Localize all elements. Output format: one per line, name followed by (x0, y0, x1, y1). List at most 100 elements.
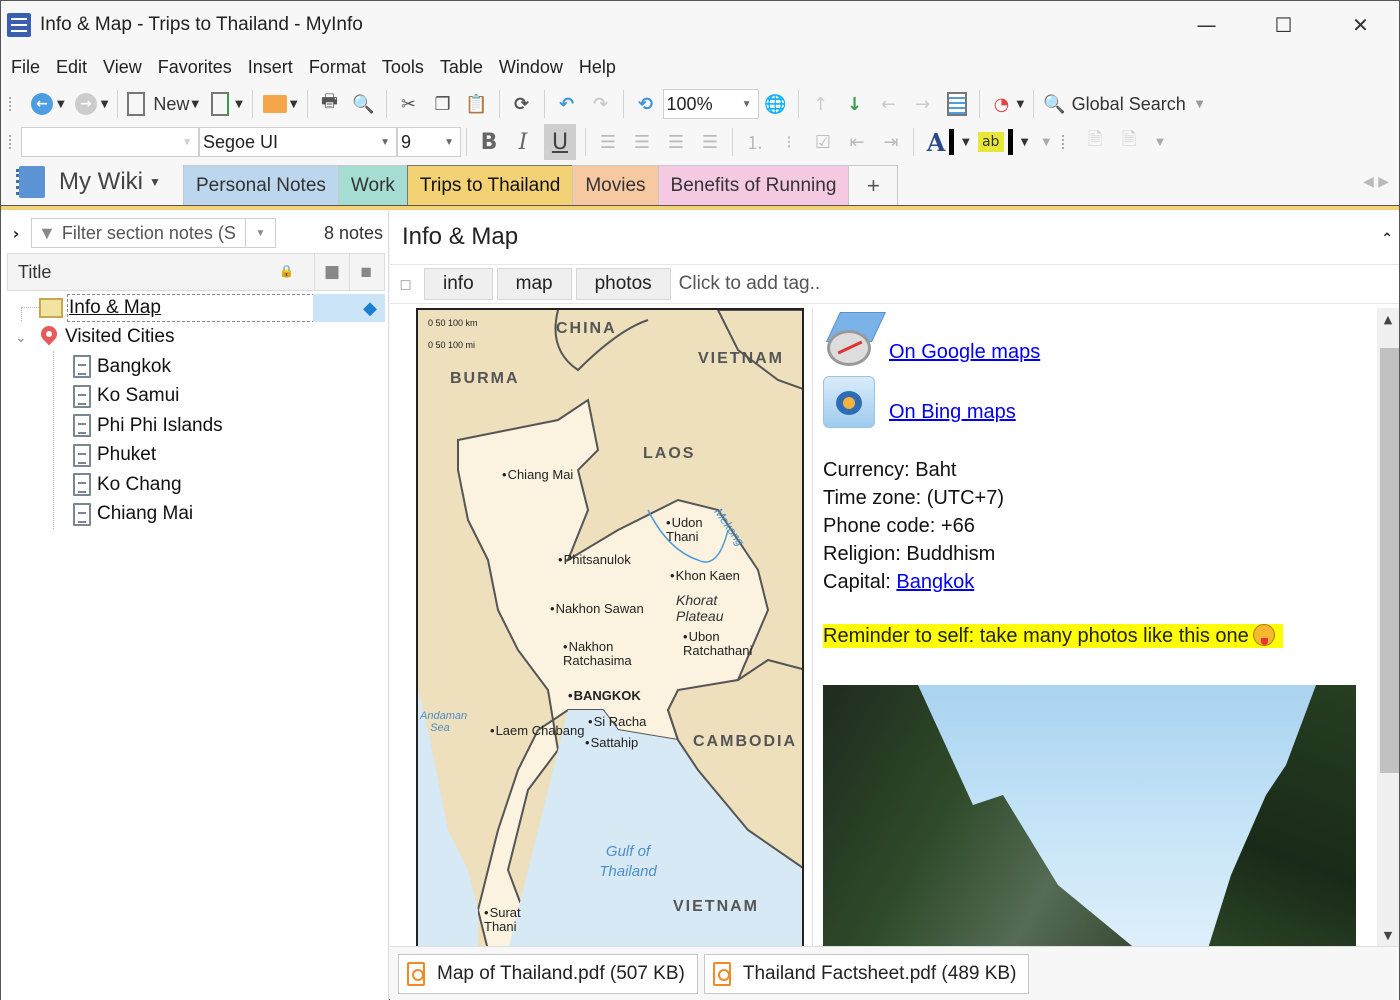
tree-item-info-map[interactable]: ◆ Info & Map (1, 293, 389, 323)
tag-column-header[interactable]: ◆ (349, 254, 384, 290)
align-right-button[interactable]: ☰ (663, 127, 689, 157)
outdent-button[interactable]: ⇤ (844, 127, 870, 157)
indent-button[interactable]: ⇥ (878, 127, 904, 157)
tab-scroll-arrows[interactable]: ◀ ▶ (1363, 174, 1389, 190)
attachment-thailand-factsheet[interactable]: Thailand Factsheet.pdf (489 KB) (703, 953, 1030, 994)
back-dropdown-icon[interactable]: ▼ (57, 99, 65, 110)
undo-button[interactable]: ↶ (554, 89, 580, 119)
style-select[interactable]: ▼ (21, 127, 199, 157)
print-preview-button[interactable]: 🔍 (351, 89, 377, 119)
bullet-list-button[interactable]: ⁝ (776, 127, 802, 157)
sync-button[interactable]: ⟳ (509, 89, 535, 119)
attach-button[interactable]: 🗎 (1082, 127, 1108, 157)
google-maps-link[interactable]: On Google maps (889, 341, 1040, 364)
justify-button[interactable]: ☰ (697, 127, 723, 157)
scroll-up-icon[interactable]: ▲ (1377, 308, 1399, 330)
bold-button[interactable]: B (476, 127, 502, 157)
tree-item-visited-cities[interactable]: ⌄ Visited Cities (1, 323, 389, 353)
tree-item-chiang-mai[interactable]: Chiang Mai (1, 500, 389, 530)
italic-button[interactable]: I (510, 127, 536, 157)
sync-attach-button[interactable]: 🗎 (1116, 127, 1142, 157)
attachment-map-of-thailand[interactable]: Map of Thailand.pdf (507 KB) (398, 953, 698, 994)
toolbar-grip[interactable] (9, 97, 15, 111)
menu-view[interactable]: View (93, 53, 142, 83)
close-button[interactable]: ✕ (1322, 1, 1399, 49)
move-left-button[interactable]: ← (876, 89, 902, 119)
new-child-dropdown-icon[interactable]: ▼ (235, 99, 243, 110)
add-tab-button[interactable]: + (848, 165, 899, 205)
tag-chip[interactable]: photos (575, 268, 671, 300)
highlight-dropdown-icon[interactable]: ▼ (1021, 137, 1029, 148)
back-button[interactable]: ← (29, 89, 55, 119)
tree-item-ko-chang[interactable]: Ko Chang (1, 470, 389, 500)
font-size-select[interactable]: 9 ▼ (397, 127, 461, 157)
note-title[interactable]: Info & Map (402, 223, 518, 251)
copy-button[interactable]: ❐ (430, 89, 456, 119)
minimize-button[interactable]: — (1168, 1, 1245, 49)
new-child-note-button[interactable] (207, 89, 233, 119)
print-button[interactable]: 🖶 (317, 89, 343, 119)
filter-dropdown-icon[interactable]: ▼ (245, 219, 275, 247)
open-button[interactable] (262, 89, 288, 119)
reminder-button[interactable]: ◔ (989, 89, 1015, 119)
highlight-button[interactable]: ab (977, 132, 1004, 152)
font-select[interactable]: Segoe UI ▼ (199, 127, 397, 157)
capital-link[interactable]: Bangkok (896, 571, 974, 593)
text-color-button[interactable]: A (923, 127, 949, 157)
tab-work[interactable]: Work (337, 165, 408, 205)
add-tag-input[interactable]: Click to add tag.. (679, 273, 821, 295)
tab-personal-notes[interactable]: Personal Notes (183, 165, 339, 205)
menu-window[interactable]: Window (489, 53, 563, 83)
note-content[interactable]: 0 50 100 km 0 50 100 mi CHINA VIETNAM BU… (416, 308, 1379, 946)
align-center-button[interactable]: ☰ (629, 127, 655, 157)
checklist-button[interactable]: ☑ (810, 127, 836, 157)
attach-dropdown-icon[interactable]: ▼ (1156, 137, 1164, 148)
tab-benefits-of-running[interactable]: Benefits of Running (657, 165, 850, 205)
open-dropdown-icon[interactable]: ▼ (290, 99, 298, 110)
new-dropdown-icon[interactable]: ▼ (191, 99, 199, 110)
underline-button[interactable]: U (544, 124, 576, 160)
menu-tools[interactable]: Tools (372, 53, 424, 83)
tag-chip[interactable]: info (424, 268, 493, 300)
move-right-button[interactable]: → (910, 89, 936, 119)
menu-insert[interactable]: Insert (238, 53, 293, 83)
maximize-button[interactable]: ☐ (1245, 1, 1322, 49)
tree-item-bangkok[interactable]: Bangkok (1, 352, 389, 382)
scroll-thumb[interactable] (1380, 348, 1399, 773)
menu-table[interactable]: Table (430, 53, 483, 83)
tab-movies[interactable]: Movies (572, 165, 659, 205)
move-up-button[interactable]: ↑ (808, 89, 834, 119)
web-button[interactable]: 🌐 (763, 89, 789, 119)
global-search-dropdown-icon[interactable]: ▼ (1196, 99, 1204, 110)
redo-button[interactable]: ↷ (588, 89, 614, 119)
comment-column-header[interactable]: ■ (314, 254, 349, 290)
numbered-list-button[interactable]: ⒈ (742, 127, 768, 157)
tab-trips-to-thailand[interactable]: Trips to Thailand (406, 165, 574, 205)
menu-file[interactable]: File (1, 53, 40, 83)
menu-format[interactable]: Format (299, 53, 366, 83)
reminder-dropdown-icon[interactable]: ▼ (1017, 99, 1025, 110)
notebook-selector[interactable]: My Wiki ▼ (16, 166, 161, 198)
tree-item-phi-phi-islands[interactable]: Phi Phi Islands (1, 411, 389, 441)
toolbar-grip[interactable] (1062, 135, 1068, 149)
tree-item-ko-samui[interactable]: Ko Samui (1, 382, 389, 412)
text-color-dropdown-icon[interactable]: ▼ (962, 137, 970, 148)
forward-button[interactable]: → (73, 89, 99, 119)
toolbar-overflow-icon[interactable]: ▼ (1042, 137, 1050, 148)
bing-maps-link[interactable]: On Bing maps (889, 401, 1016, 424)
vertical-scrollbar[interactable]: ▲ ▼ (1377, 308, 1399, 946)
menu-help[interactable]: Help (569, 53, 616, 83)
scroll-down-icon[interactable]: ▼ (1377, 924, 1399, 946)
move-down-button[interactable]: ↓ (842, 89, 868, 119)
toolbar-grip[interactable] (9, 135, 15, 149)
collapse-header-icon[interactable]: ⌃ (1381, 231, 1393, 247)
zoom-select[interactable]: 100% ▼ (662, 89, 759, 119)
filter-input[interactable]: ▼ Filter section notes (S ▼ (31, 218, 276, 248)
paste-button[interactable]: 📋 (464, 89, 490, 119)
tag-chip[interactable]: map (496, 268, 572, 300)
forward-dropdown-icon[interactable]: ▼ (101, 99, 109, 110)
column-title-header[interactable]: Title 🔒 (8, 262, 314, 283)
history-button[interactable]: ⟲ (633, 89, 659, 119)
global-search-button[interactable]: 🔍 Global Search (1043, 89, 1186, 119)
expand-panel-icon[interactable]: › (1, 224, 31, 243)
